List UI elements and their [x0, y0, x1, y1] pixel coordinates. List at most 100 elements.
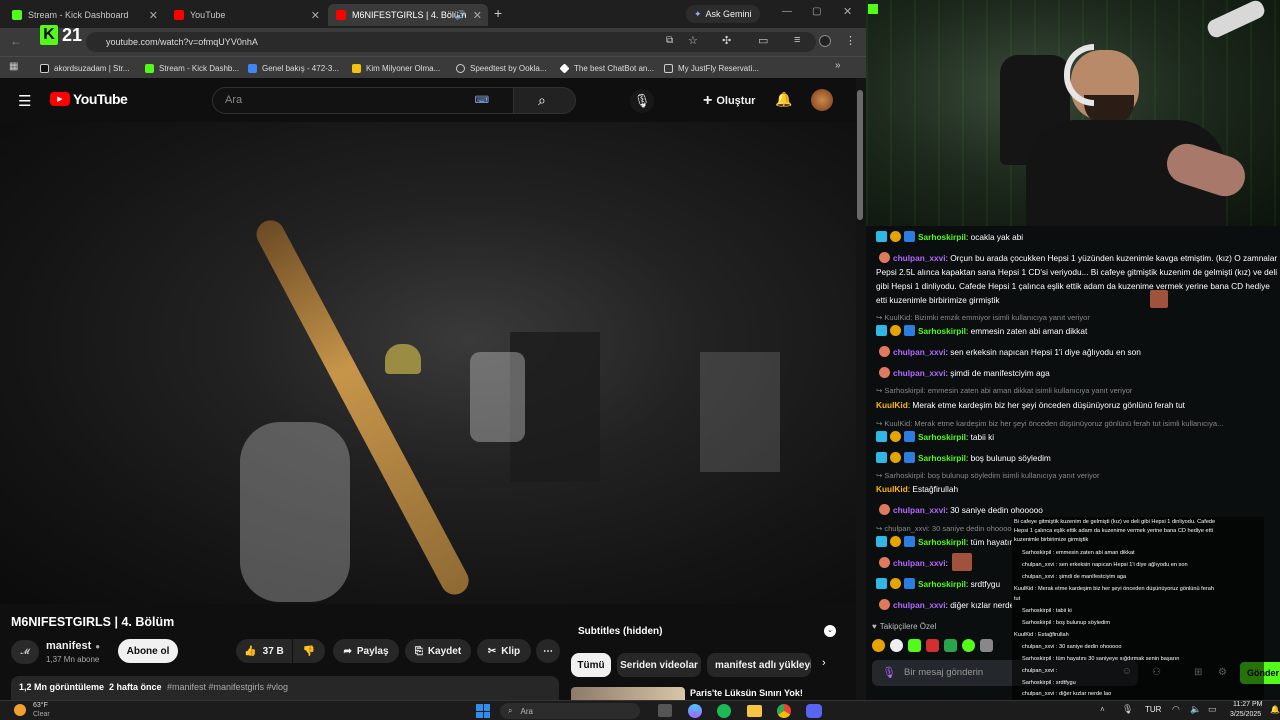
chat-username[interactable]: chulpan_xxvi [893, 347, 946, 357]
clock-time[interactable]: 11:27 PM [1233, 701, 1262, 708]
close-tab-icon[interactable]: ✕ [473, 9, 482, 22]
microphone-icon[interactable]: 🎙 [882, 666, 896, 679]
close-window-button[interactable]: ✕ [843, 5, 852, 18]
next-video-title[interactable]: Paris'te Lüksün Sınırı Yok! [690, 688, 803, 698]
install-icon[interactable]: ⧉ [666, 35, 673, 46]
voice-search-icon[interactable]: 🎙 [630, 89, 654, 113]
chat-username[interactable]: chulpan_xxvi [893, 253, 946, 263]
clock-date[interactable]: 3/25/2025 [1230, 711, 1261, 718]
reply-context[interactable]: ↪ Sarhoskirpil: emmesin zaten abi aman d… [876, 386, 1132, 395]
chrome-icon[interactable] [777, 704, 791, 718]
save-button[interactable]: ⎘ Kaydet [405, 639, 471, 663]
chat-username[interactable]: chulpan_xxvi [893, 558, 946, 568]
chat-username[interactable]: Sarhoskirpil [918, 432, 966, 442]
media-icon[interactable]: ≡ [794, 34, 800, 46]
spotify-icon[interactable] [717, 704, 731, 718]
subscribe-button[interactable]: Abone ol [118, 639, 178, 663]
reply-context[interactable]: ↪ KuulKid: Bizimki emzik emmiyor isimli … [876, 313, 1090, 322]
close-tab-icon[interactable]: ✕ [311, 9, 320, 22]
emote-icon[interactable] [926, 638, 939, 652]
chat-username[interactable]: Sarhoskirpil [918, 537, 966, 547]
scrollbar-thumb[interactable] [857, 90, 863, 220]
cast-icon[interactable]: ▭ [758, 34, 768, 47]
speaker-icon[interactable]: 🔊 [455, 10, 466, 21]
maximize-button[interactable]: ▢ [812, 6, 821, 17]
tab-video-active[interactable]: M6NIFESTGIRLS | 4. Bölüm 🔊 ✕ [328, 4, 488, 26]
search-button[interactable]: ⌕ [514, 87, 576, 114]
youtube-logo[interactable]: ▶ YouTube [50, 91, 128, 107]
bookmark-item[interactable]: Genel bakış - 472-3... [248, 60, 339, 76]
close-tab-icon[interactable]: ✕ [149, 9, 158, 22]
notifications-bell-icon[interactable]: 🔔 [775, 91, 792, 108]
emote-icon[interactable] [908, 638, 921, 652]
tab-youtube[interactable]: YouTube ✕ [166, 4, 326, 26]
bookmark-item[interactable]: Kim Milyoner Olma... [352, 60, 440, 76]
chat-username[interactable]: KuulKid [876, 484, 908, 494]
chat-username[interactable]: KuulKid [876, 400, 908, 410]
chat-username[interactable]: Sarhoskirpil [918, 232, 966, 242]
browser-menu-icon[interactable]: ⋮ [845, 34, 856, 47]
search-input[interactable]: Ara ⌨ [212, 87, 514, 114]
language-indicator[interactable]: TUR [1145, 705, 1161, 714]
share-button[interactable]: ➦ Paylaş [333, 639, 399, 663]
chip-series[interactable]: Seriden videolar [617, 653, 701, 677]
new-tab-button[interactable]: + [494, 5, 502, 21]
copilot-icon[interactable] [688, 704, 702, 718]
channel-name[interactable]: manifest ● [46, 640, 100, 652]
emote-icon[interactable] [890, 638, 903, 652]
wifi-icon[interactable]: ◠ [1172, 704, 1180, 715]
bookmark-item[interactable]: Stream - Kick Dashb... [145, 60, 239, 76]
mic-tray-icon[interactable]: 🎙 [1122, 704, 1133, 715]
extensions-icon[interactable]: ✣ [722, 34, 731, 47]
battery-icon[interactable]: ▭ [1208, 704, 1217, 715]
emote-icon[interactable] [944, 638, 957, 652]
minimize-button[interactable]: — [782, 6, 792, 17]
file-explorer-icon[interactable] [747, 705, 762, 717]
subtitles-panel-header[interactable]: Subtitles (hidden) ⌄ [570, 620, 842, 644]
weather-icon[interactable] [14, 704, 26, 716]
account-avatar[interactable] [811, 89, 833, 111]
url-field[interactable]: youtube.com/watch?v=ofmqUYV0nhA [86, 32, 816, 52]
chat-username[interactable]: chulpan_xxvi [893, 505, 946, 515]
bookmark-item[interactable]: Speedtest by Ookla... [456, 60, 547, 76]
emote-icon[interactable] [872, 638, 885, 652]
bookmark-item[interactable]: akordsuzadam | Str... [40, 60, 129, 76]
more-bookmarks-icon[interactable]: » [835, 60, 841, 71]
like-button[interactable]: 👍 37 B [236, 639, 292, 663]
hamburger-menu-icon[interactable]: ☰ [18, 92, 31, 110]
taskbar-search[interactable]: ⌕ Ara [500, 703, 640, 719]
discord-icon[interactable] [806, 704, 822, 718]
tab-kick-dashboard[interactable]: Stream - Kick Dashboard ✕ [4, 4, 164, 26]
notifications-icon[interactable]: 🔔 [1270, 705, 1280, 714]
video-player[interactable] [0, 122, 856, 604]
chip-all[interactable]: Tümü [571, 653, 611, 677]
reply-context[interactable]: ↪ KuulKid: Merak etme kardeşim biz her ş… [876, 419, 1280, 428]
next-video-thumbnail[interactable] [571, 687, 685, 700]
create-button[interactable]: + Oluştur [703, 92, 755, 110]
more-actions-button[interactable]: ⋯ [536, 639, 560, 663]
dislike-button[interactable]: 👎 [293, 639, 325, 663]
bookmark-item[interactable]: My JustFly Reservati... [664, 60, 759, 76]
chevron-right-icon[interactable]: › [822, 657, 826, 669]
emote-icon[interactable] [962, 638, 975, 652]
bookmark-item[interactable]: The best ChatBot an... [559, 60, 654, 76]
bookmark-star-icon[interactable]: ☆ [688, 34, 698, 47]
emote-icon[interactable] [980, 638, 993, 652]
keyboard-icon[interactable]: ⌨ [475, 88, 489, 113]
profile-avatar[interactable] [819, 35, 831, 47]
clip-button[interactable]: ✂ Klip [477, 639, 531, 663]
hashtags[interactable]: #manifest #manifestgirls #vlog [167, 682, 288, 692]
task-view-icon[interactable] [658, 704, 672, 717]
chat-username[interactable]: Sarhoskirpil [918, 326, 966, 336]
description-box[interactable]: 1,2 Mn görüntüleme 2 hafta önce #manifes… [11, 676, 559, 700]
windows-start-icon[interactable] [476, 704, 490, 718]
reply-context[interactable]: ↪ chulpan_xxvi: 30 saniye dedin ohooooo [876, 524, 1012, 533]
chat-username[interactable]: Sarhoskirpil [918, 579, 966, 589]
chevron-down-icon[interactable]: ⌄ [824, 625, 836, 637]
chip-uploader[interactable]: manifest adlı yükleyic [707, 653, 811, 677]
channel-avatar[interactable]: 𝓜 [11, 640, 39, 664]
volume-icon[interactable]: 🔈 [1190, 704, 1201, 715]
apps-grid-icon[interactable]: ▦ [9, 61, 18, 72]
chat-username[interactable]: Sarhoskirpil [918, 453, 966, 463]
tray-chevron-icon[interactable]: ˄ [1100, 705, 1105, 714]
